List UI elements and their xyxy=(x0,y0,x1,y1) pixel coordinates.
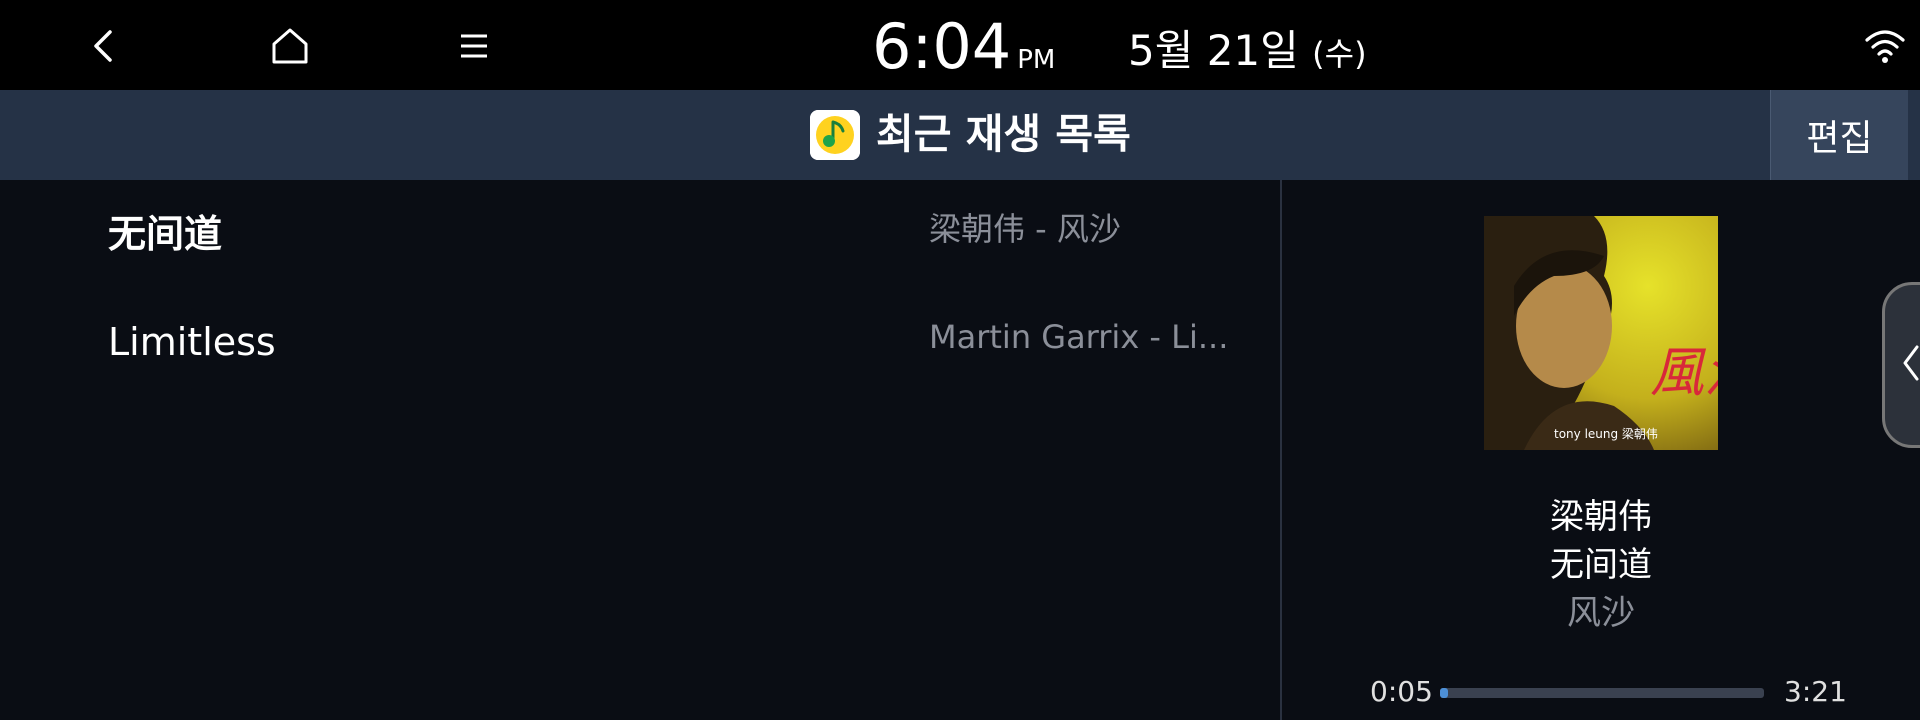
album-art-title: 風沙 xyxy=(1650,341,1718,404)
recent-track-list: 无间道 梁朝伟 - 风沙 Limitless Martin Garrix - L… xyxy=(0,180,1280,720)
progress-fill xyxy=(1440,688,1449,698)
now-playing-title: 无间道 xyxy=(1550,545,1652,585)
track-artist: 梁朝伟 - 风沙 xyxy=(929,210,1121,248)
menu-icon[interactable] xyxy=(450,22,498,70)
page-title: 최근 재생 목록 xyxy=(876,110,1131,158)
track-title: Limitless xyxy=(108,320,276,364)
now-playing-album: 风沙 xyxy=(1567,593,1635,633)
wifi-icon xyxy=(1865,30,1905,63)
track-title: 无间道 xyxy=(108,212,223,256)
progress-bar[interactable] xyxy=(1440,688,1764,698)
weekday-text: (수) xyxy=(1312,35,1367,73)
home-icon[interactable] xyxy=(266,22,314,70)
list-item[interactable]: 无间道 梁朝伟 - 风沙 xyxy=(0,180,1280,288)
track-artist: Martin Garrix - Li... xyxy=(929,318,1229,356)
album-art[interactable]: 風沙 tony leung 梁朝伟 xyxy=(1484,216,1718,450)
panel-divider xyxy=(1280,180,1282,720)
side-panel-handle[interactable] xyxy=(1882,282,1920,448)
total-time: 3:21 xyxy=(1784,675,1847,708)
back-chevron-icon[interactable] xyxy=(80,22,128,70)
qq-music-icon xyxy=(810,110,860,160)
clock: 6:04 PM xyxy=(872,12,1055,95)
chevron-left-icon xyxy=(1903,345,1919,381)
clock-time: 6:04 xyxy=(872,10,1012,83)
elapsed-time: 0:05 xyxy=(1370,675,1433,708)
status-bar: 6:04 PM 5월 21일 (수) xyxy=(0,0,1920,90)
edit-button[interactable]: 편집 xyxy=(1770,90,1908,180)
album-art-caption: tony leung 梁朝伟 xyxy=(1554,426,1658,441)
now-playing-artist: 梁朝伟 xyxy=(1550,497,1652,537)
date: 5월 21일 (수) xyxy=(1128,24,1367,81)
clock-ampm: PM xyxy=(1017,45,1056,75)
date-text: 5월 21일 xyxy=(1128,26,1299,75)
list-item[interactable]: Limitless Martin Garrix - Li... xyxy=(0,288,1280,396)
